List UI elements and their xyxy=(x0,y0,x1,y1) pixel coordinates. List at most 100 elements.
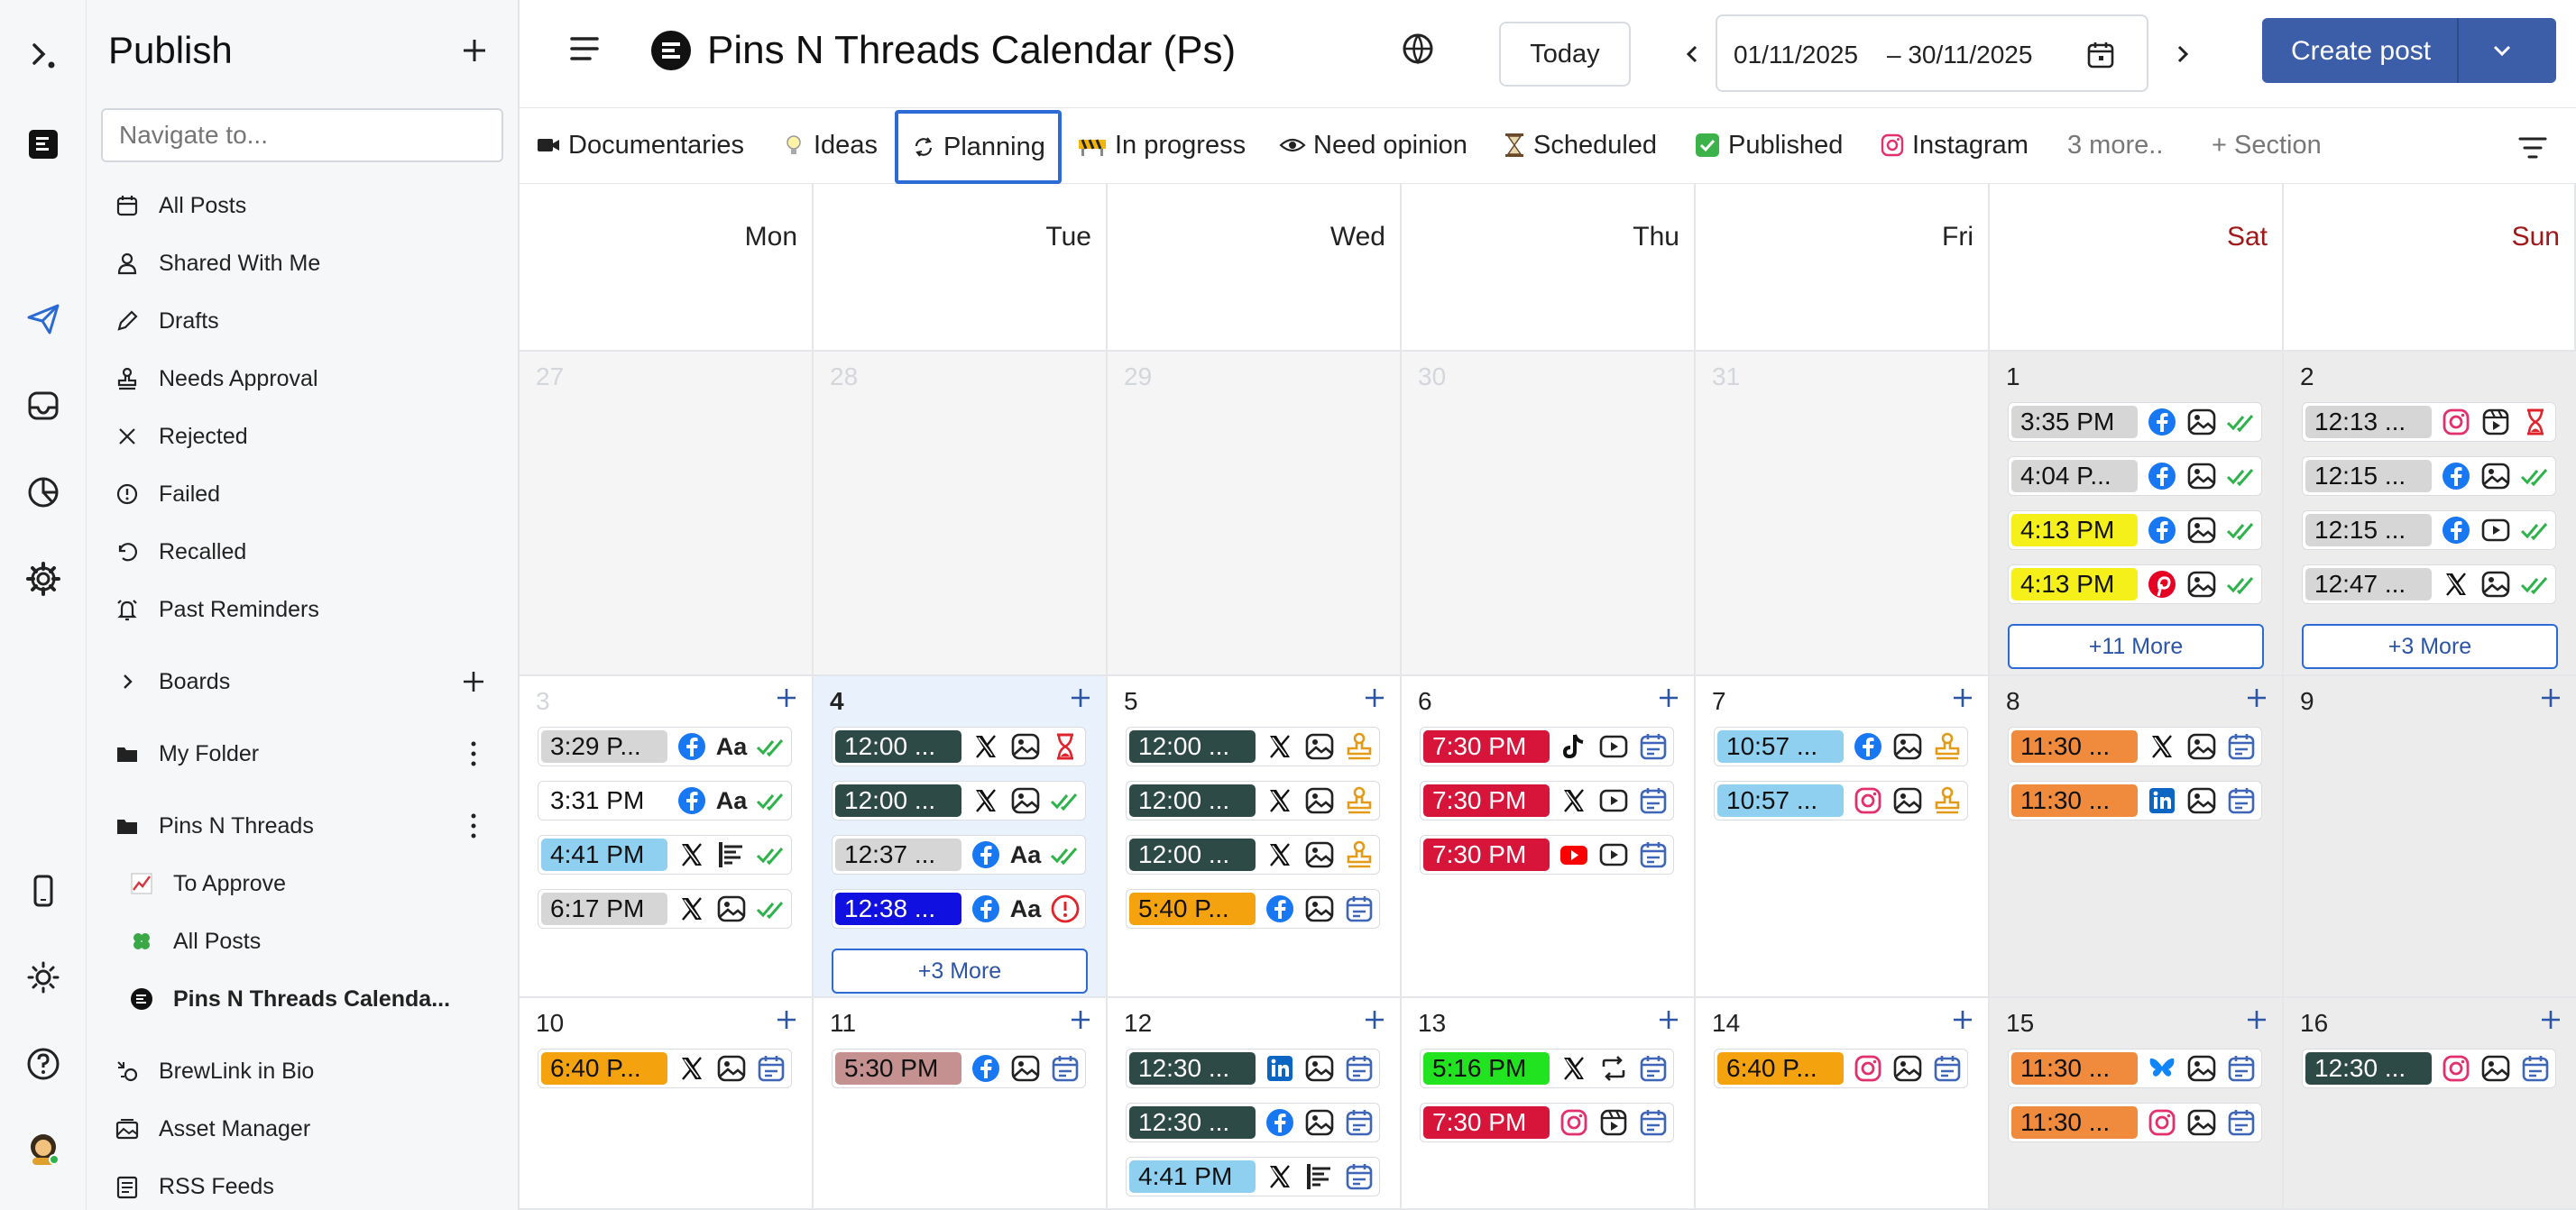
theme-icon[interactable] xyxy=(16,950,70,1004)
post-card[interactable]: 6:40 P... xyxy=(538,1049,792,1088)
post-card[interactable]: 5:30 PM xyxy=(832,1049,1086,1088)
sidebar-item-shared-with-me[interactable]: Shared With Me xyxy=(114,243,320,283)
sidebar-subitem-pins-n-threads-calendar[interactable]: Pins N Threads Calenda... xyxy=(128,979,450,1019)
publish-icon[interactable] xyxy=(16,292,70,346)
create-post-button[interactable]: Create post xyxy=(2262,18,2556,83)
sidebar-item-all-posts[interactable]: All Posts xyxy=(114,186,246,225)
post-card[interactable]: 7:30 PM xyxy=(1420,835,1674,875)
chevron-right-icon[interactable] xyxy=(2167,38,2199,70)
post-card[interactable]: 7:30 PM xyxy=(1420,1103,1674,1142)
day-cell[interactable]: 16 12:30 ... xyxy=(2284,998,2576,1210)
day-cell[interactable]: 5 12:00 ... 12:00 ... 12:00 ... 5:40 P... xyxy=(1108,676,1402,998)
day-cell[interactable]: 28 xyxy=(814,352,1108,676)
post-card[interactable]: 6:17 PM xyxy=(538,889,792,929)
add-icon[interactable] xyxy=(455,31,494,70)
post-card[interactable]: 12:00 ... xyxy=(1126,835,1380,875)
menu-icon[interactable] xyxy=(566,31,603,67)
post-card[interactable]: 4:41 PM xyxy=(1126,1157,1380,1196)
day-cell[interactable]: 9 xyxy=(2284,676,2576,998)
add-post-icon[interactable] xyxy=(1362,1007,1387,1032)
day-cell[interactable]: 3 3:29 P... Aa 3:31 PM Aa 4:41 PM 6:17 PM xyxy=(520,676,814,998)
analytics-icon[interactable] xyxy=(16,465,70,519)
add-board-icon[interactable] xyxy=(458,666,489,697)
add-post-icon[interactable] xyxy=(2538,1007,2563,1032)
post-card[interactable]: 4:41 PM xyxy=(538,835,792,875)
tab-ideas[interactable]: Ideas xyxy=(781,108,878,182)
post-card[interactable]: 4:04 P... xyxy=(2008,456,2262,496)
show-more-button[interactable]: +3 More xyxy=(2302,624,2558,669)
add-post-icon[interactable] xyxy=(2244,685,2269,710)
today-button[interactable]: Today xyxy=(1499,22,1631,87)
day-cell[interactable]: 30 xyxy=(1402,352,1696,676)
post-card[interactable]: 3:29 P... Aa xyxy=(538,727,792,766)
post-card[interactable]: 12:15 ... xyxy=(2302,510,2556,550)
day-cell[interactable]: 2 12:13 ... 12:15 ... 12:15 ... 12:47 ... +3 … xyxy=(2284,352,2576,676)
kebab-menu-icon[interactable] xyxy=(465,738,482,769)
post-card[interactable]: 12:00 ... xyxy=(832,781,1086,820)
filter-icon[interactable] xyxy=(2515,133,2551,162)
tab-more[interactable]: 3 more.. xyxy=(2067,108,2163,182)
post-card[interactable]: 5:16 PM xyxy=(1420,1049,1674,1088)
sidebar-folder-my-folder[interactable]: My Folder xyxy=(114,734,259,774)
sidebar-item-drafts[interactable]: Drafts xyxy=(114,301,219,341)
sidebar-item-brewlink[interactable]: BrewLink in Bio xyxy=(114,1051,314,1091)
tab-instagram[interactable]: Instagram xyxy=(1880,108,2029,182)
post-card[interactable]: 7:30 PM xyxy=(1420,781,1674,820)
day-cell[interactable]: 10 6:40 P... xyxy=(520,998,814,1210)
post-card[interactable]: 12:00 ... xyxy=(1126,727,1380,766)
post-card[interactable]: 11:30 ... xyxy=(2008,727,2262,766)
post-card[interactable]: 10:57 ... xyxy=(1714,781,1968,820)
add-post-icon[interactable] xyxy=(774,685,799,710)
day-cell[interactable]: 12 12:30 ... 12:30 ... 4:41 PM xyxy=(1108,998,1402,1210)
post-card[interactable]: 6:40 P... xyxy=(1714,1049,1968,1088)
date-range-picker[interactable]: 01/11/2025 – 30/11/2025 xyxy=(1716,14,2148,92)
post-card[interactable]: 11:30 ... xyxy=(2008,781,2262,820)
sidebar-folder-pins-n-threads[interactable]: Pins N Threads xyxy=(114,806,314,846)
post-card[interactable]: 3:31 PM Aa xyxy=(538,781,792,820)
sidebar-item-rejected[interactable]: Rejected xyxy=(114,417,248,456)
add-post-icon[interactable] xyxy=(1362,685,1387,710)
post-card[interactable]: 4:13 PM xyxy=(2008,564,2262,604)
add-post-icon[interactable] xyxy=(1068,685,1093,710)
sidebar-item-rss-feeds[interactable]: RSS Feeds xyxy=(114,1167,274,1206)
post-card[interactable]: 10:57 ... xyxy=(1714,727,1968,766)
day-cell[interactable]: 7 10:57 ... 10:57 ... xyxy=(1696,676,1990,998)
add-post-icon[interactable] xyxy=(1656,1007,1681,1032)
day-cell[interactable]: 13 5:16 PM 7:30 PM xyxy=(1402,998,1696,1210)
show-more-button[interactable]: +11 More xyxy=(2008,624,2264,669)
post-card[interactable]: 7:30 PM xyxy=(1420,727,1674,766)
sidebar-item-recalled[interactable]: Recalled xyxy=(114,532,246,572)
add-post-icon[interactable] xyxy=(2244,1007,2269,1032)
day-cell[interactable]: 14 6:40 P... xyxy=(1696,998,1990,1210)
navigate-input[interactable] xyxy=(101,108,503,162)
add-post-icon[interactable] xyxy=(1950,685,1975,710)
sidebar-subitem-all-posts[interactable]: All Posts xyxy=(128,921,261,961)
sidebar-item-failed[interactable]: Failed xyxy=(114,474,220,514)
tab-planning[interactable]: Planning xyxy=(895,110,1062,184)
post-card[interactable]: 3:35 PM xyxy=(2008,402,2262,442)
tab-need-opinion[interactable]: Need opinion xyxy=(1279,108,1467,182)
post-card[interactable]: 12:00 ... xyxy=(832,727,1086,766)
chevron-down-icon[interactable] xyxy=(2488,36,2516,65)
tab-in-progress[interactable]: In progress xyxy=(1077,108,1246,182)
help-icon[interactable] xyxy=(16,1037,70,1091)
post-card[interactable]: 12:30 ... xyxy=(1126,1049,1380,1088)
day-cell[interactable]: 11 5:30 PM xyxy=(814,998,1108,1210)
chevron-left-icon[interactable] xyxy=(1676,38,1708,70)
day-cell[interactable]: 29 xyxy=(1108,352,1402,676)
day-cell[interactable]: 15 11:30 ... 11:30 ... xyxy=(1990,998,2284,1210)
tab-published[interactable]: Published xyxy=(1694,108,1843,182)
day-cell[interactable]: 4 12:00 ... 12:00 ... 12:37 ... Aa 12:38 ... A… xyxy=(814,676,1108,998)
post-card[interactable]: 12:30 ... xyxy=(2302,1049,2556,1088)
day-cell[interactable]: 27 xyxy=(520,352,814,676)
post-card[interactable]: 11:30 ... xyxy=(2008,1103,2262,1142)
add-post-icon[interactable] xyxy=(1950,1007,1975,1032)
day-cell[interactable]: 31 xyxy=(1696,352,1990,676)
kebab-menu-icon[interactable] xyxy=(465,811,482,841)
add-post-icon[interactable] xyxy=(1656,685,1681,710)
add-section-button[interactable]: + Section xyxy=(2212,108,2322,182)
timezone-globe-icon[interactable] xyxy=(1400,31,1436,67)
post-card[interactable]: 12:37 ... Aa xyxy=(832,835,1086,875)
app-logo-icon[interactable] xyxy=(16,29,70,83)
day-cell[interactable]: 1 3:35 PM 4:04 P... 4:13 PM 4:13 PM +11 More xyxy=(1990,352,2284,676)
